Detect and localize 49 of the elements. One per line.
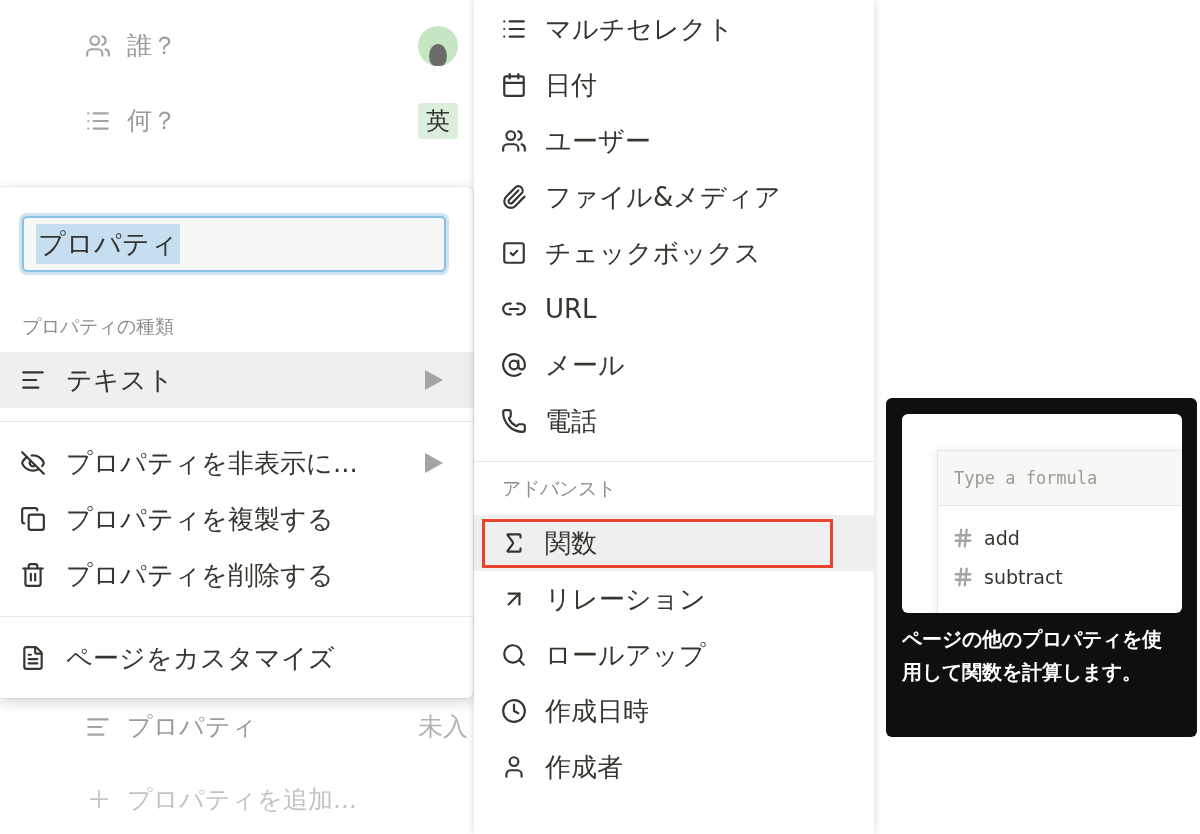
section-label: プロパティの種類 <box>21 314 175 339</box>
tooltip-description: ページの他のプロパティを使用して関数を計算します。 <box>902 626 1163 686</box>
menu-item[interactable]: プロパティを非表示に... <box>0 435 473 491</box>
caret-icon <box>425 453 443 473</box>
type-menu-item[interactable]: 作成日時 <box>474 683 874 739</box>
caret-icon <box>425 370 443 390</box>
search-icon <box>501 642 527 668</box>
formula-field[interactable]: Type a formula <box>938 451 1182 506</box>
empty-value: 未入 <box>418 711 468 743</box>
tag: 英 <box>418 102 458 139</box>
people-icon <box>85 32 111 59</box>
highlight-frame: 関数 <box>482 518 833 568</box>
type-menu-item[interactable]: ユーザー <box>474 113 874 169</box>
type-menu-item[interactable]: マルチセレクト <box>474 1 874 57</box>
trash-icon <box>20 562 46 588</box>
type-menu-item[interactable]: 日付 <box>474 57 874 113</box>
menu-item[interactable]: プロパティを削除する <box>0 547 473 603</box>
type-menu-item[interactable]: 電話 <box>474 393 874 449</box>
type-menu-item[interactable]: 作成者 <box>474 739 874 795</box>
clock-icon <box>501 698 527 724</box>
type-menu-item[interactable]: テキスト <box>0 352 473 408</box>
phone-icon <box>501 408 527 434</box>
property-name: プロパティ <box>127 711 257 743</box>
calendar-icon <box>501 72 527 98</box>
property-name: 誰？ <box>127 30 177 62</box>
hash-icon <box>952 565 974 588</box>
type-menu-item[interactable]: 関数 <box>474 515 874 571</box>
type-menu-item[interactable]: チェックボックス <box>474 225 874 281</box>
type-menu-item[interactable]: ファイル&メディア <box>474 169 874 225</box>
name-input-field[interactable]: プロパティ <box>22 216 446 272</box>
type-menu-item[interactable]: ロールアップ <box>474 627 874 683</box>
at-sign-icon <box>501 352 527 378</box>
checkbox-icon <box>501 240 527 266</box>
copy-icon <box>20 506 46 532</box>
function-name: add <box>984 526 1020 549</box>
type-menu-item[interactable]: リレーション <box>474 571 874 627</box>
property-name: 何？ <box>127 105 177 137</box>
menu-item[interactable]: ページをカスタマイズ <box>0 630 473 686</box>
people-icon <box>501 128 527 154</box>
avatar <box>418 25 458 66</box>
document-icon <box>20 645 46 671</box>
function-name: subtract <box>984 565 1063 588</box>
paperclip-icon <box>501 184 527 210</box>
hash-icon <box>952 526 974 549</box>
type-menu-item[interactable]: メール <box>474 337 874 393</box>
menu-item[interactable]: プロパティを複製する <box>0 491 473 547</box>
type-menu-item[interactable]: URL <box>474 281 874 337</box>
eye-off-icon <box>20 450 46 476</box>
section-label: アドバンスト <box>501 475 617 501</box>
